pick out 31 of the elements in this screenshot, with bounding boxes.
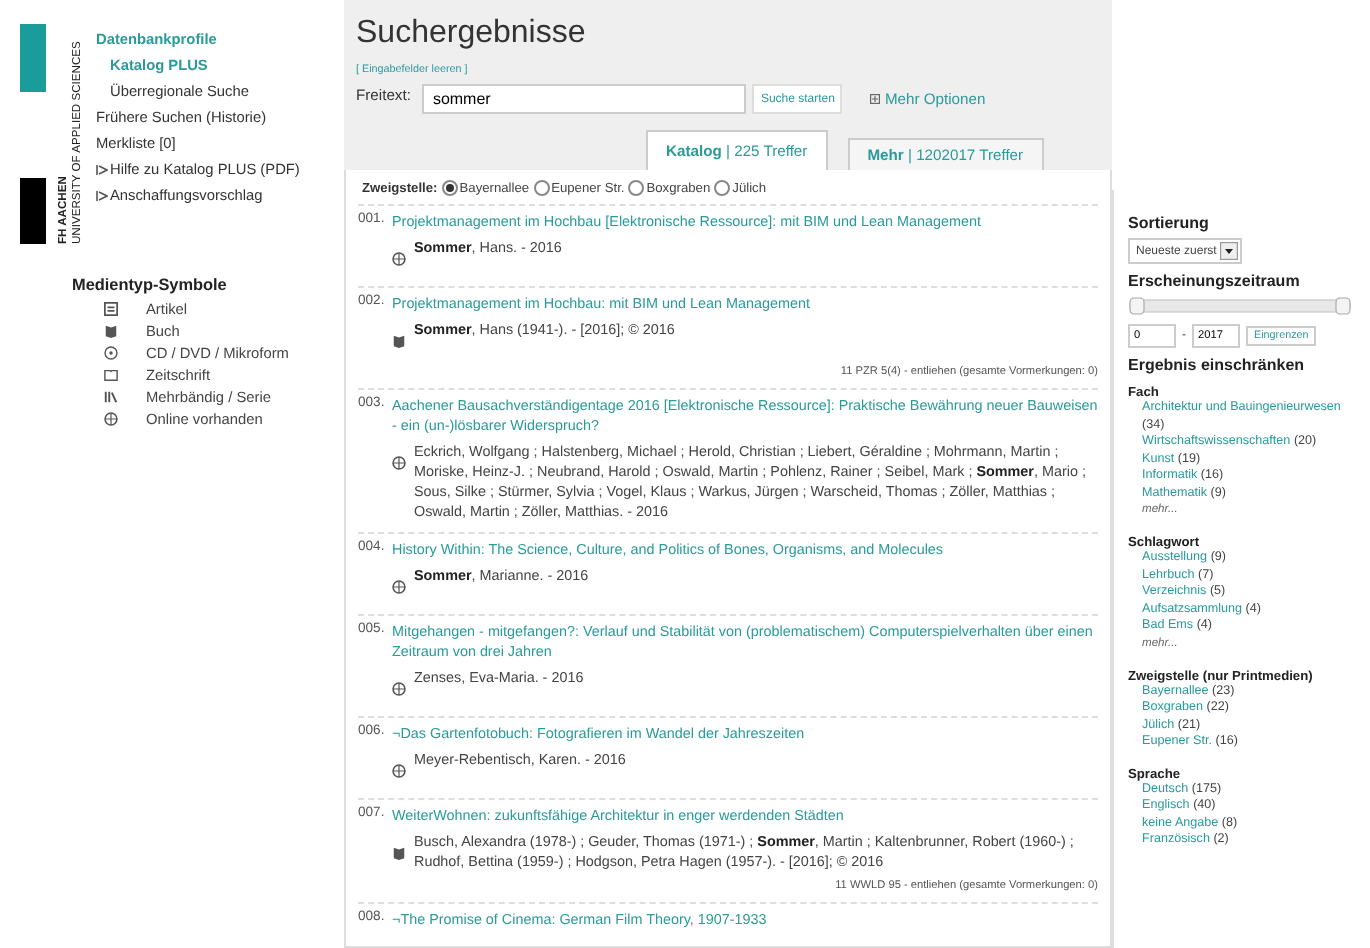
globe-icon [392,682,406,696]
plus-box-icon [870,94,881,104]
sort-heading: Sortierung [1128,214,1211,232]
range-slider[interactable] [1128,296,1352,316]
search-field[interactable]: sommer [422,84,747,114]
disc-icon [104,346,118,360]
globe-icon [392,252,406,266]
stacked-books-icon [104,390,118,404]
arrow-icon [96,189,108,201]
article-icon [104,302,118,316]
globe-icon [392,764,406,778]
radio-button[interactable] [714,180,731,196]
refine-heading: Ergebnis einschränken [1128,356,1307,374]
book-icon [392,846,406,860]
radio-button[interactable] [628,180,645,196]
page-title: Suchergebnisse [356,16,588,52]
logo-block [20,178,46,244]
globe-icon [104,412,118,426]
arrow-icon [96,163,108,175]
slider-handle[interactable] [1335,297,1351,315]
logo-block [20,24,46,92]
globe-icon [392,456,406,470]
legend-title: Medientyp-Symbole [72,276,229,294]
book-icon [104,324,118,338]
globe-icon [392,580,406,594]
book-icon [392,334,406,348]
slider-handle[interactable] [1129,297,1145,315]
radio-button[interactable] [533,180,550,196]
radio-button[interactable] [441,180,458,196]
journal-icon [104,368,118,382]
period-heading: Erscheinungszeitraum [1128,272,1302,290]
